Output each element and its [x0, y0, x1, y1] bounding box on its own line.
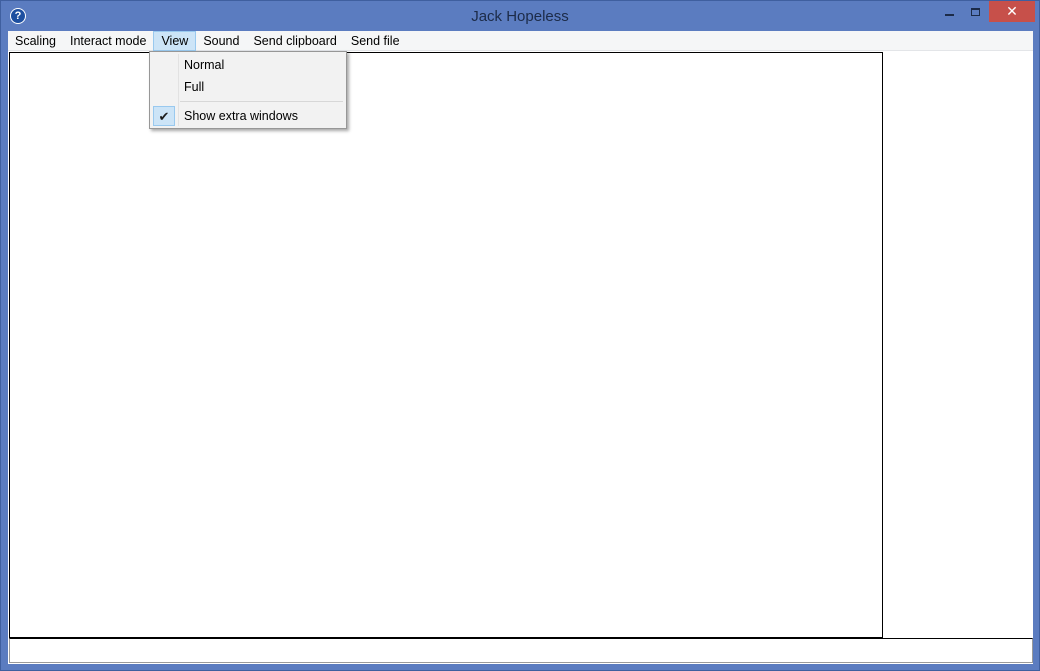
show-extra-windows-option[interactable]: ✔ Show extra windows: [152, 105, 344, 127]
side-panel: [884, 52, 1033, 638]
app-window: ? Jack Hopeless ✕ Scaling Interact mode …: [0, 0, 1040, 671]
maximize-button[interactable]: [962, 1, 988, 23]
remote-view-canvas[interactable]: [9, 52, 883, 638]
minimize-button[interactable]: [936, 1, 962, 23]
status-bar: [9, 638, 1033, 663]
view-normal-option[interactable]: Normal: [152, 54, 344, 76]
view-full-label: Full: [184, 80, 205, 94]
close-button[interactable]: ✕: [989, 1, 1035, 22]
menu-separator: [180, 101, 343, 102]
menu-view[interactable]: View: [153, 30, 197, 51]
view-dropdown-menu: Normal Full ✔ Show extra windows: [149, 51, 347, 129]
menu-sound[interactable]: Sound: [196, 31, 246, 51]
minimize-icon: [944, 14, 954, 16]
show-extra-windows-label: Show extra windows: [184, 109, 298, 123]
menu-scaling[interactable]: Scaling: [8, 31, 63, 51]
menu-bar: Scaling Interact mode View Sound Send cl…: [8, 30, 1033, 51]
maximize-icon: [970, 8, 980, 16]
client-area: Scaling Interact mode View Sound Send cl…: [8, 30, 1033, 664]
menu-send-clipboard[interactable]: Send clipboard: [246, 31, 343, 51]
menu-send-file[interactable]: Send file: [344, 31, 407, 51]
view-full-option[interactable]: Full: [152, 76, 344, 98]
title-bar[interactable]: ? Jack Hopeless ✕: [1, 1, 1039, 31]
menu-interact-mode[interactable]: Interact mode: [63, 31, 153, 51]
checkmark-icon: ✔: [153, 106, 175, 126]
close-icon: ✕: [1006, 3, 1018, 19]
window-title: Jack Hopeless: [471, 8, 569, 25]
view-normal-label: Normal: [184, 58, 225, 72]
